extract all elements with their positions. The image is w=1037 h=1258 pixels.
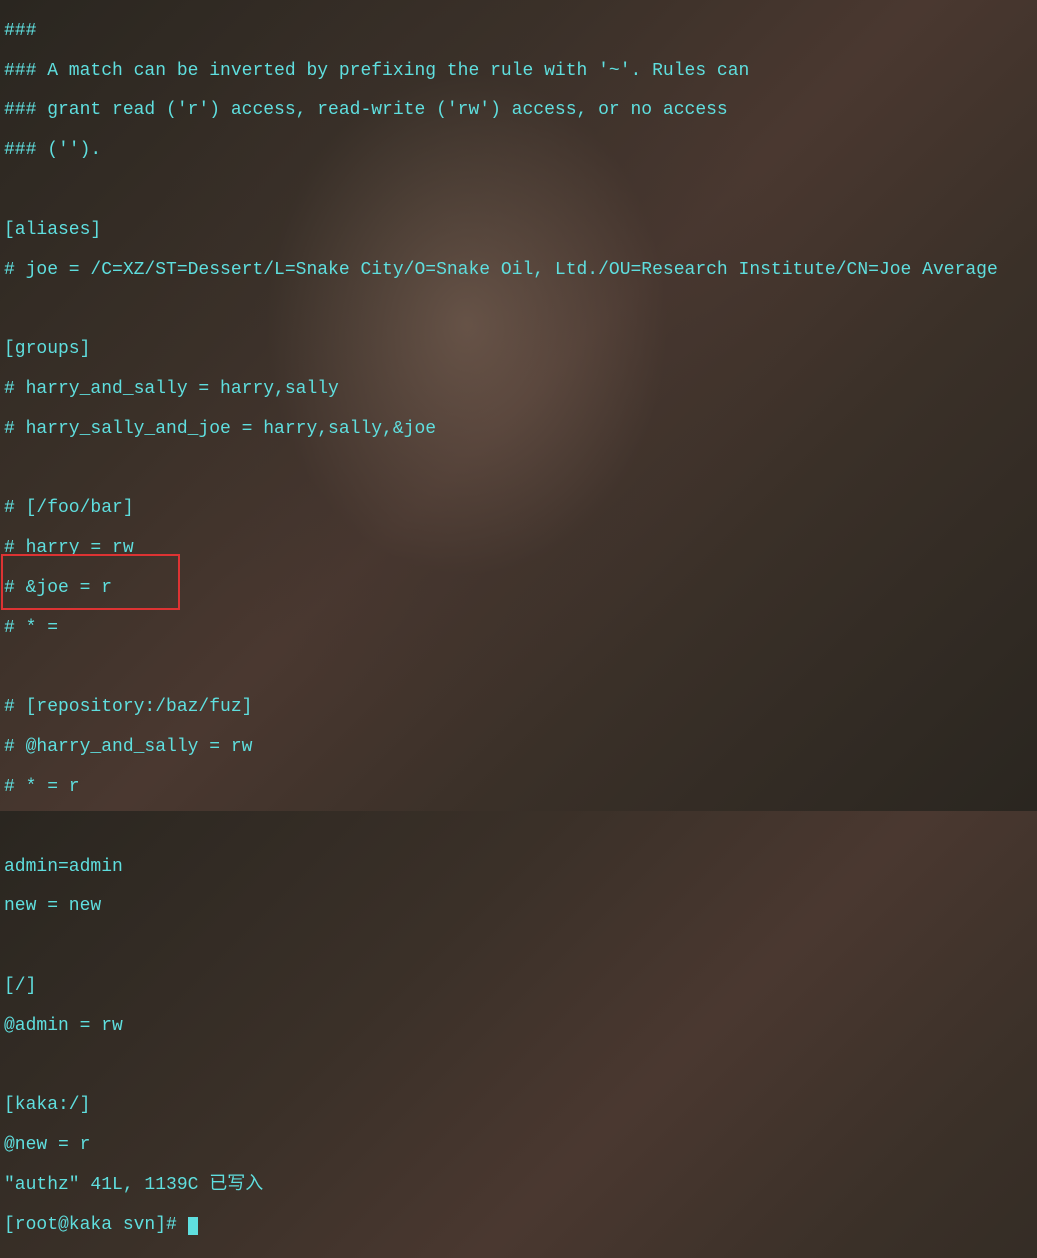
config-line	[4, 659, 1033, 679]
config-line: ### ('').	[4, 141, 1033, 161]
config-line: ###	[4, 22, 1033, 42]
config-line: @admin = rw	[4, 1017, 1033, 1037]
cursor-icon	[188, 1217, 198, 1235]
config-line: [kaka:/]	[4, 1096, 1033, 1116]
config-line	[4, 1057, 1033, 1077]
config-line: # &joe = r	[4, 579, 1033, 599]
config-line: admin=admin	[4, 858, 1033, 878]
config-line	[4, 460, 1033, 480]
config-line: # * =	[4, 619, 1033, 639]
config-line: # * = r	[4, 778, 1033, 798]
config-line	[4, 300, 1033, 320]
config-line: # joe = /C=XZ/ST=Dessert/L=Snake City/O=…	[4, 261, 1033, 281]
config-line: # @harry_and_sally = rw	[4, 738, 1033, 758]
config-line: new = new	[4, 897, 1033, 917]
config-line	[4, 818, 1033, 838]
vim-status-line: "authz" 41L, 1139C 已写入	[4, 1176, 1033, 1196]
config-line	[4, 181, 1033, 201]
config-line: # harry_and_sally = harry,sally	[4, 380, 1033, 400]
config-line: # [repository:/baz/fuz]	[4, 698, 1033, 718]
shell-prompt-line[interactable]: [root@kaka svn]#	[4, 1216, 1033, 1236]
terminal-output[interactable]: ### ### A match can be inverted by prefi…	[0, 0, 1037, 1258]
config-line: # harry = rw	[4, 539, 1033, 559]
config-line: # harry_sally_and_joe = harry,sally,&joe	[4, 420, 1033, 440]
config-line: @new = r	[4, 1136, 1033, 1156]
config-line: [groups]	[4, 340, 1033, 360]
config-line: # [/foo/bar]	[4, 499, 1033, 519]
config-line: [aliases]	[4, 221, 1033, 241]
config-line: ### A match can be inverted by prefixing…	[4, 62, 1033, 82]
config-line	[4, 937, 1033, 957]
shell-prompt: [root@kaka svn]#	[4, 1215, 188, 1235]
config-line: ### grant read ('r') access, read-write …	[4, 101, 1033, 121]
config-line: [/]	[4, 977, 1033, 997]
